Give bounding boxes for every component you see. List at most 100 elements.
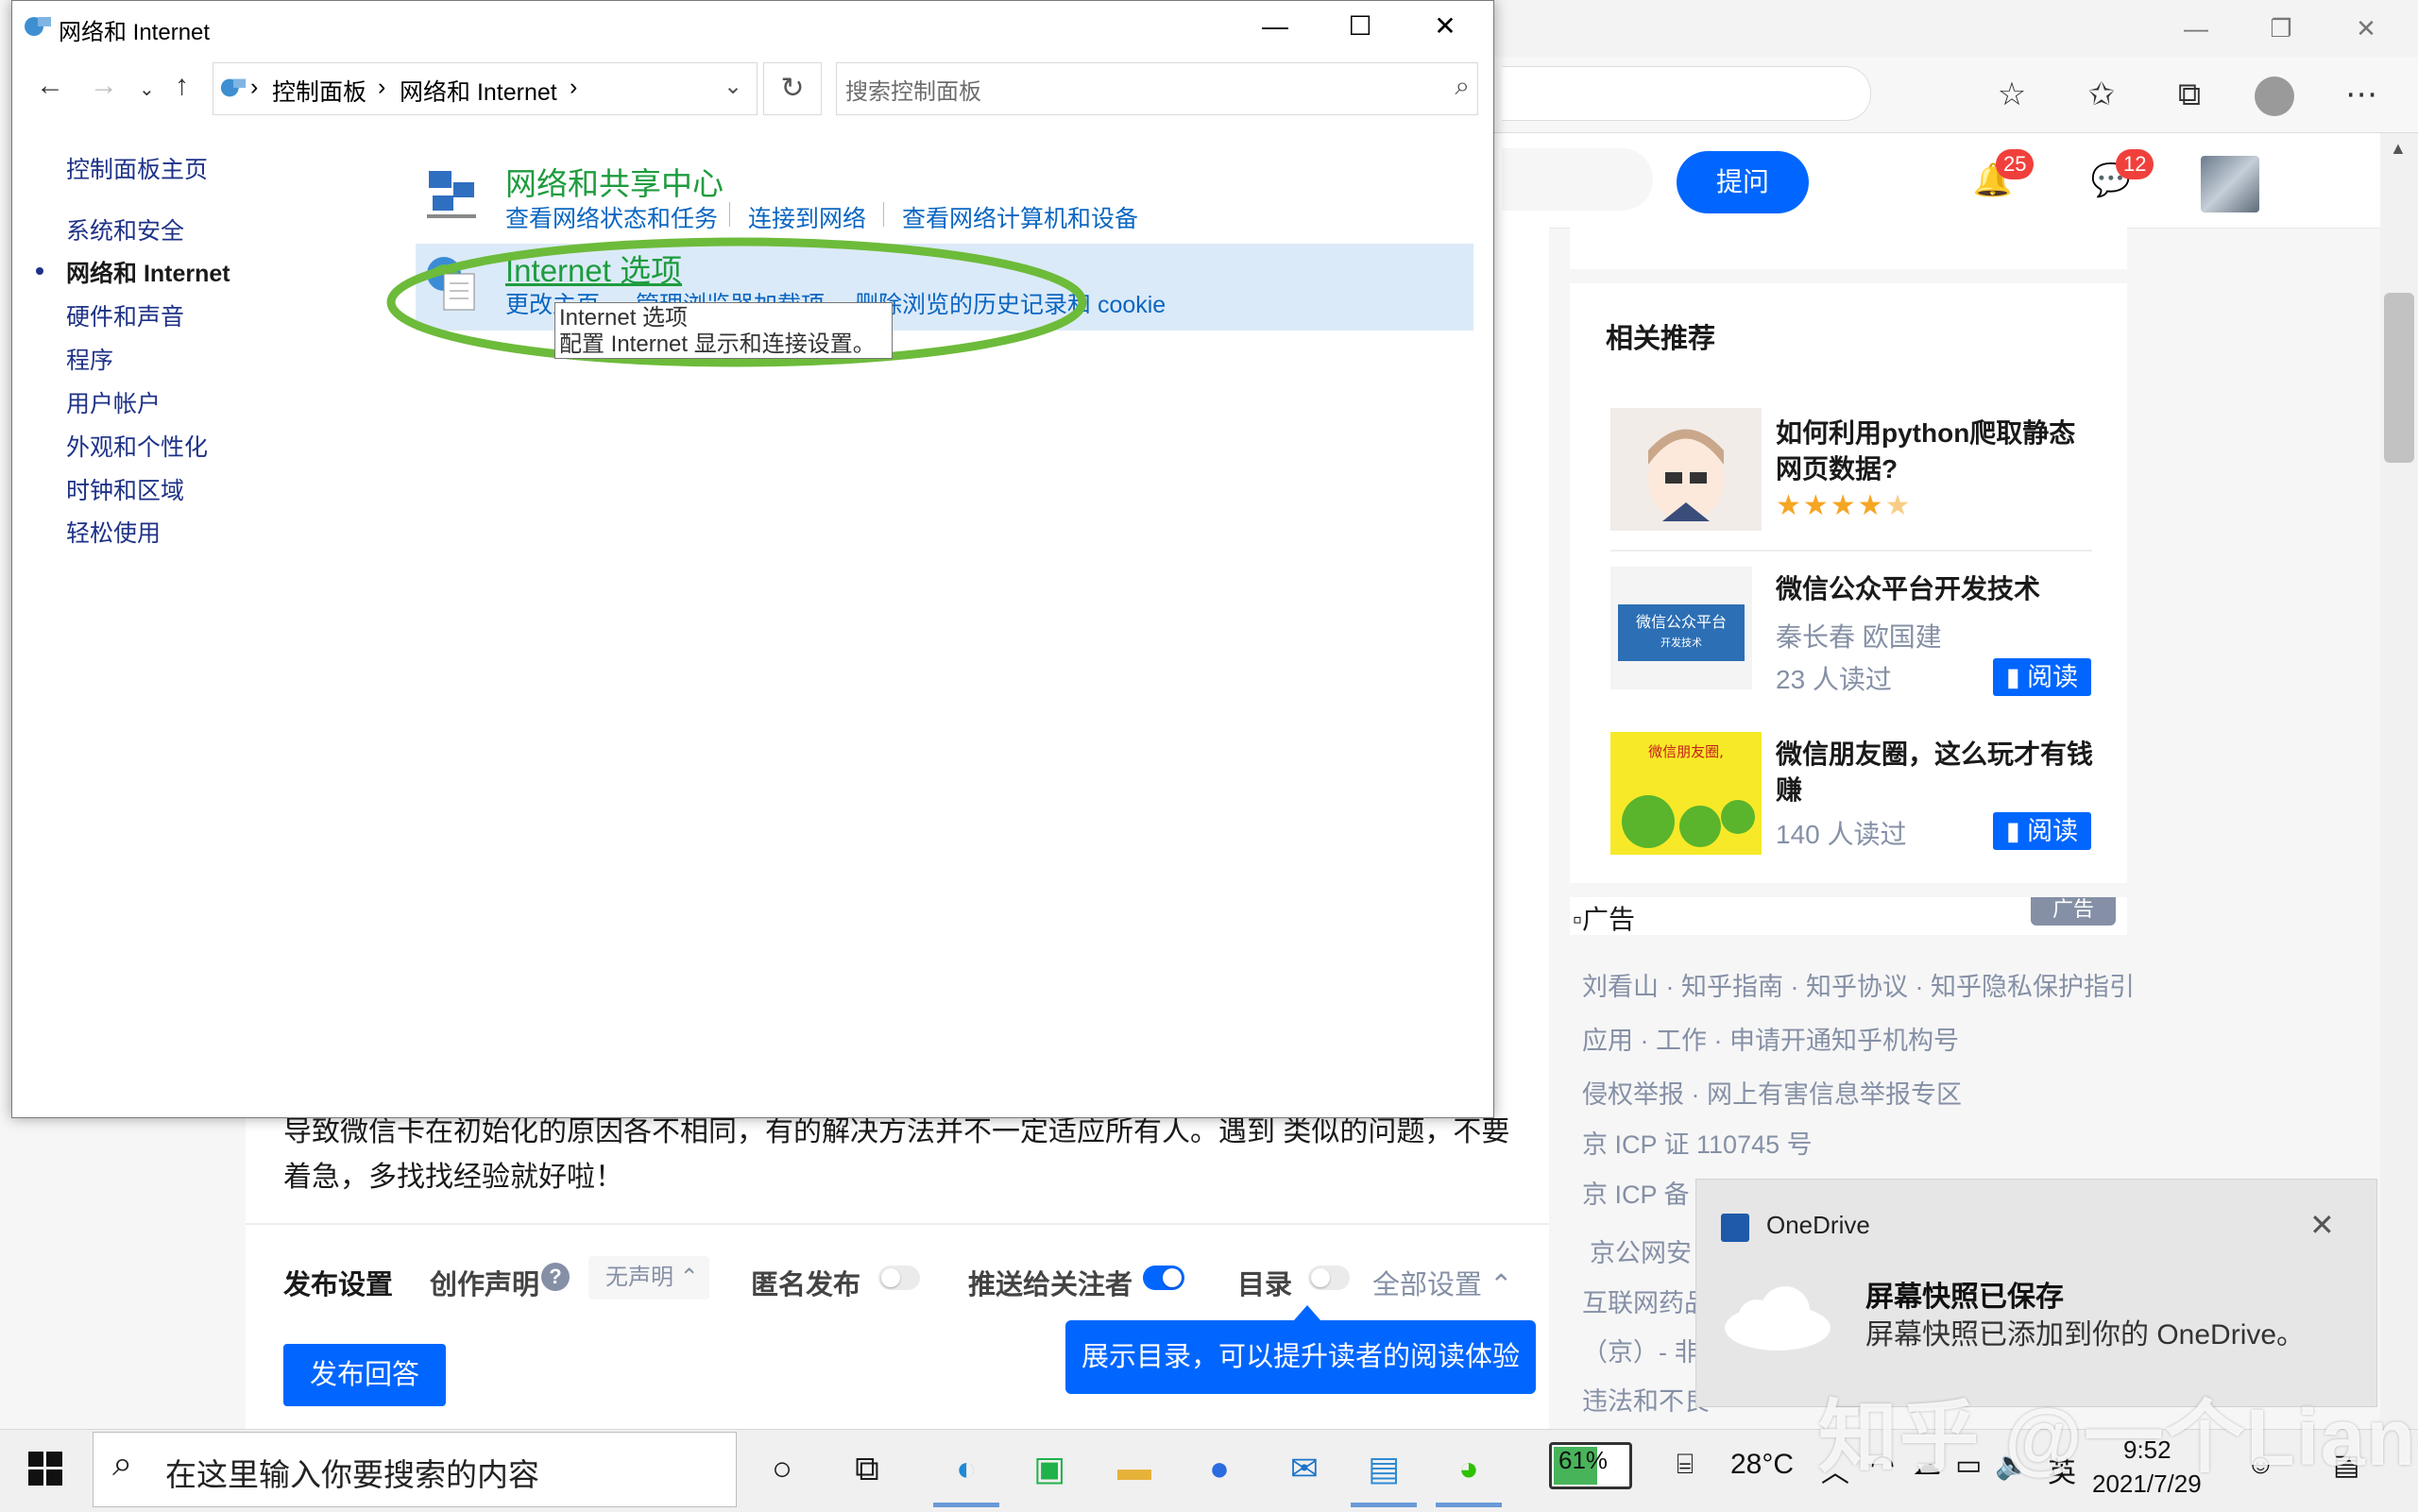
view-network-computers-link[interactable]: 查看网络计算机和设备: [902, 200, 1138, 234]
toast-body: 屏幕快照已添加到你的 OneDrive。: [1865, 1319, 2306, 1351]
back-arrow-icon[interactable]: ←: [36, 70, 64, 102]
profile-icon[interactable]: [2251, 71, 2298, 118]
address-dropdown-icon[interactable]: ⌄: [724, 73, 742, 100]
declaration-label: 创作声明: [430, 1270, 540, 1300]
anonymous-toggle[interactable]: [878, 1266, 920, 1290]
footer-links-line[interactable]: 刘看山 · 知乎指南 · 知乎协议 · 知乎隐私保护指引: [1582, 966, 2135, 1003]
footer-links-line[interactable]: 应用 · 工作 · 申请开通知乎机构号: [1582, 1020, 1959, 1057]
read-button[interactable]: ▮ 阅读: [1993, 812, 2091, 850]
favorites-icon[interactable]: ✩: [2078, 71, 2125, 118]
rating-stars: ★★★★★: [1776, 490, 1913, 521]
nav-appearance[interactable]: 外观和个性化: [66, 429, 208, 463]
taskbar-search-text: 在这里输入你要搜索的内容: [165, 1457, 539, 1492]
push-followers-toggle[interactable]: [1143, 1266, 1184, 1290]
publish-answer-button[interactable]: 发布回答: [283, 1344, 446, 1406]
green-app-icon[interactable]: ▣: [1018, 1437, 1081, 1500]
user-avatar[interactable]: [2201, 156, 2259, 212]
ad-tag: 广告: [2031, 897, 2116, 926]
book-cover-moments[interactable]: 微信朋友圈,: [1610, 732, 1762, 855]
rec-title-2[interactable]: 微信公众平台开发技术: [1776, 571, 2102, 607]
browser-close-button[interactable]: ✕: [2338, 6, 2394, 51]
zhihu-search-input[interactable]: [1502, 148, 1653, 211]
weather-icon[interactable]: ⌸: [1677, 1449, 1694, 1481]
task-view-icon[interactable]: ⧉: [836, 1437, 898, 1500]
toc-label: 目录: [1237, 1270, 1293, 1300]
up-arrow-icon[interactable]: ↑: [175, 70, 189, 102]
maximize-button[interactable]: ☐: [1322, 4, 1398, 49]
toc-toggle[interactable]: [1308, 1266, 1350, 1290]
minimize-button[interactable]: —: [1237, 4, 1313, 49]
onedrive-icon: [1721, 1214, 1749, 1242]
related-title: 相关推荐: [1606, 324, 1716, 354]
footer-line[interactable]: （京）- 非: [1582, 1332, 1700, 1368]
blue-l-app-icon[interactable]: ●: [1188, 1437, 1251, 1500]
book-cover-wechat-dev[interactable]: 微信公众平台 开发技术: [1610, 567, 1752, 689]
footer-line[interactable]: 互联网药品: [1582, 1283, 1710, 1319]
mail-icon[interactable]: ✉: [1273, 1437, 1336, 1500]
nav-control-panel-home[interactable]: 控制面板主页: [66, 151, 208, 185]
rec-title-1[interactable]: 如何利用python爬取静态网页数据?: [1776, 416, 2102, 487]
scrollbar-thumb[interactable]: [2384, 293, 2414, 463]
footer-line[interactable]: 违法和不良: [1582, 1381, 1710, 1418]
browser-minimize-button[interactable]: —: [2168, 6, 2224, 51]
add-favorite-icon[interactable]: ☆: [1988, 71, 2035, 118]
address-bar[interactable]: [1502, 66, 1871, 121]
svg-text:微信朋友圈,: 微信朋友圈,: [1648, 743, 1724, 760]
control-panel-taskbar-icon[interactable]: ▤: [1353, 1437, 1415, 1500]
cortana-icon[interactable]: ○: [751, 1437, 813, 1500]
nav-clock-region[interactable]: 时钟和区域: [66, 472, 184, 506]
rec-title-3[interactable]: 微信朋友圈，这么玩才有钱赚: [1776, 737, 2102, 808]
toast-close-icon[interactable]: ✕: [2309, 1207, 2335, 1243]
scroll-up-arrow[interactable]: ▲: [2390, 139, 2407, 159]
footer-line[interactable]: 京公网安: [1590, 1232, 1692, 1269]
control-panel-window[interactable]: [11, 0, 1494, 1118]
weather-temp[interactable]: 28°C: [1730, 1449, 1794, 1481]
edge-browser-icon[interactable]: ◐: [935, 1437, 997, 1500]
article-paragraph[interactable]: 导致微信卡在初始化的原因各不相同，有的解决方法并不一定适应所有人。遇到 类似的问…: [283, 1110, 1530, 1200]
active-indicator: [36, 267, 43, 275]
breadcrumb-sep: ›: [570, 74, 578, 100]
divider: [1610, 550, 2092, 552]
all-settings-link[interactable]: 全部设置 ⌃: [1372, 1263, 1512, 1302]
view-network-status-link[interactable]: 查看网络状态和任务: [505, 200, 718, 234]
nav-system-security[interactable]: 系统和安全: [66, 212, 184, 246]
breadcrumb-network-internet[interactable]: 网络和 Internet: [400, 74, 557, 108]
footer-links-line[interactable]: 侵权举报 · 网上有害信息举报专区: [1582, 1074, 1962, 1111]
wechat-icon[interactable]: ◕: [1438, 1437, 1500, 1500]
nav-user-accounts[interactable]: 用户帐户: [66, 385, 161, 419]
file-explorer-icon[interactable]: ▬: [1103, 1437, 1166, 1500]
anime-avatar-cover[interactable]: [1610, 408, 1762, 531]
tooltip-body: 配置 Internet 显示和连接设置。: [559, 331, 876, 357]
recent-dropdown-icon[interactable]: ⌄: [139, 77, 155, 101]
nav-hardware-sound[interactable]: 硬件和声音: [66, 298, 184, 332]
footer-icp-line[interactable]: 京 ICP 备: [1582, 1174, 1690, 1211]
nav-programs[interactable]: 程序: [66, 342, 113, 376]
toast-title: 屏幕快照已保存: [1865, 1282, 2064, 1313]
declaration-select[interactable]: 无声明 ⌃: [588, 1256, 709, 1300]
publish-settings-label: 发布设置: [283, 1270, 394, 1300]
nav-network-internet[interactable]: 网络和 Internet: [66, 255, 230, 289]
ask-question-button[interactable]: 提问: [1677, 151, 1809, 213]
search-icon[interactable]: ⌕: [1455, 71, 1470, 102]
help-icon[interactable]: ?: [541, 1263, 570, 1291]
footer-icp-line[interactable]: 京 ICP 证 110745 号: [1582, 1124, 1813, 1161]
close-button[interactable]: ✕: [1407, 4, 1483, 49]
breadcrumb-control-panel[interactable]: 控制面板: [272, 74, 366, 108]
toc-tooltip: 展示目录，可以提升读者的阅读体验: [1065, 1320, 1536, 1394]
ad-image-placeholder[interactable]: ▫广告: [1573, 899, 1635, 937]
nav-ease-of-access[interactable]: 轻松使用: [66, 515, 161, 549]
collections-icon[interactable]: ⧉: [2166, 71, 2213, 118]
network-internet-icon: [25, 17, 51, 36]
browser-restore-button[interactable]: ❐: [2253, 6, 2309, 51]
link-separator: [729, 202, 730, 227]
rec-readers-2: 23 人读过: [1776, 665, 1892, 694]
tooltip-title: Internet 选项: [559, 305, 689, 331]
read-button[interactable]: ▮ 阅读: [1993, 658, 2091, 696]
connect-to-network-link[interactable]: 连接到网络: [748, 200, 866, 234]
more-menu-icon[interactable]: ⋯: [2338, 71, 2385, 118]
windows-start-icon[interactable]: [28, 1452, 62, 1486]
forward-arrow-icon[interactable]: →: [90, 70, 118, 102]
network-sharing-center-title[interactable]: 网络和共享中心: [505, 159, 724, 204]
zhihu-watermark: 知乎 @一个Liang: [1818, 1393, 2418, 1482]
refresh-icon[interactable]: ↻: [763, 62, 822, 115]
